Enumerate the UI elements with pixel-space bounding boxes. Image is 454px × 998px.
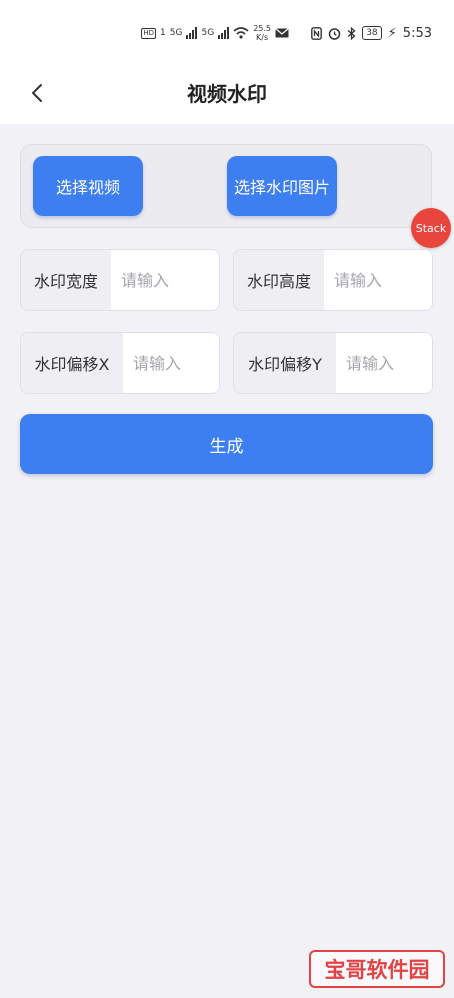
watermark-offset-y-label: 水印偏移Y	[234, 333, 336, 393]
status-bar: HD 1 5G 5G 25.5 K/s 38 ⚡ 5:53	[0, 0, 454, 62]
clock-time: 5:53	[402, 25, 432, 41]
page-title: 视频水印	[187, 82, 267, 106]
watermark-offset-x-input[interactable]	[123, 333, 219, 393]
network-type-1: 5G	[169, 28, 183, 38]
status-left-icons: HD 1 5G 5G 25.5 K/s	[141, 22, 289, 44]
mail-icon	[275, 28, 289, 38]
stack-floating-badge[interactable]: Stack	[411, 208, 451, 248]
watermark-offset-x-field: 水印偏移X	[20, 332, 220, 394]
watermark-offset-y-input[interactable]	[336, 333, 432, 393]
charging-icon: ⚡	[387, 25, 397, 41]
select-video-button[interactable]: 选择视频	[33, 156, 143, 216]
signal-icon	[186, 27, 198, 39]
alarm-icon	[328, 27, 341, 40]
watermark-height-field: 水印高度	[233, 249, 433, 311]
watermark-height-label: 水印高度	[234, 250, 324, 310]
nav-bar: 视频水印	[0, 62, 454, 124]
hd-badge: HD	[141, 27, 157, 39]
watermark-offset-y-field: 水印偏移Y	[233, 332, 433, 394]
battery-indicator: 38	[362, 26, 382, 40]
signal-icon-2	[218, 27, 230, 39]
watermark-height-input[interactable]	[324, 250, 432, 310]
generate-button[interactable]: 生成	[20, 414, 433, 474]
nfc-icon	[311, 26, 323, 40]
select-watermark-image-button[interactable]: 选择水印图片	[227, 156, 337, 216]
watermark-width-label: 水印宽度	[21, 250, 111, 310]
network-speed: 25.5 K/s	[253, 24, 271, 42]
watermark-offset-x-label: 水印偏移X	[21, 333, 123, 393]
media-select-card: 选择视频 选择水印图片	[20, 144, 432, 228]
bluetooth-icon	[347, 26, 356, 40]
network-type-2: 5G	[201, 28, 215, 38]
network-speed-value: 25.5	[253, 24, 271, 33]
network-speed-unit: K/s	[256, 33, 269, 42]
sim-slot-label: 1	[160, 28, 166, 38]
watermark-width-input[interactable]	[111, 250, 219, 310]
status-right-icons: 38 ⚡ 5:53	[311, 22, 432, 44]
site-watermark-logo: 宝哥软件园	[309, 950, 445, 988]
wifi-icon	[233, 27, 249, 39]
watermark-width-field: 水印宽度	[20, 249, 220, 311]
